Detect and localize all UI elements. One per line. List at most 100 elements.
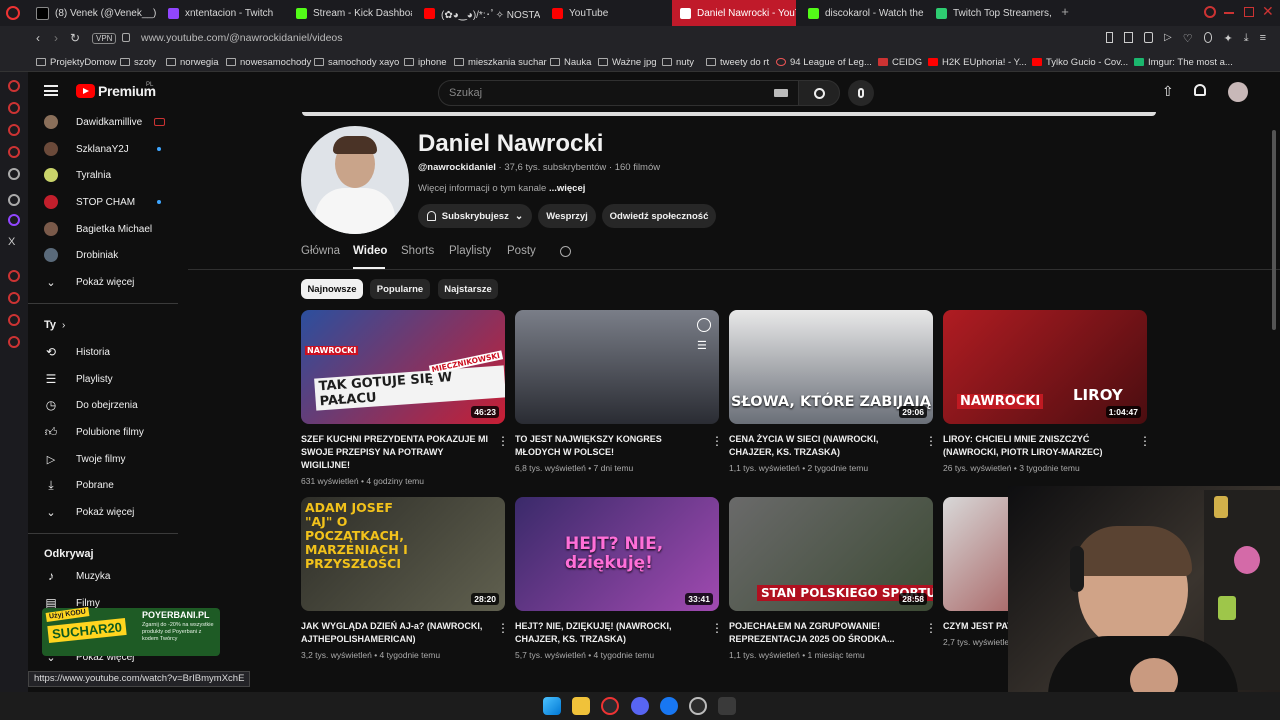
hamburger-menu-icon[interactable]: [44, 85, 58, 96]
support-button[interactable]: Wesprzyj: [538, 204, 596, 228]
add-to-queue-icon[interactable]: ☰: [697, 340, 711, 352]
sidebar-item-liked[interactable]: 👍︎ Polubione filmy: [28, 419, 178, 445]
notifications-bell-icon[interactable]: [1194, 84, 1206, 96]
more-options-icon[interactable]: ⋮: [925, 621, 937, 635]
sidebar-item-your-videos[interactable]: ▷ Twoje filmy: [28, 446, 178, 472]
watch-later-icon[interactable]: [697, 318, 711, 332]
download-icon[interactable]: ⤓: [1244, 32, 1249, 46]
sidebar-sub-item[interactable]: Dawidkamillive: [28, 109, 178, 135]
bookmark-item[interactable]: H2K EUphoria! - Y...: [928, 54, 1027, 70]
keyboard-icon[interactable]: [774, 89, 788, 97]
bookmark-item[interactable]: Ważne jpg: [598, 54, 657, 70]
bookmark-item[interactable]: 94 League of Leg...: [776, 54, 872, 70]
bookmark-item[interactable]: mieszkania suchar: [454, 54, 547, 70]
video-card[interactable]: STAN POLSKIEGO SPORTU 28:58 POJECHAŁEM N…: [729, 497, 937, 660]
video-title[interactable]: POJECHAŁEM NA ZGRUPOWANIE! REPREZENTACJA…: [729, 620, 917, 646]
menu-icon[interactable]: ≡: [1260, 32, 1266, 46]
minimize-button[interactable]: [1224, 12, 1234, 14]
terminal-icon[interactable]: [718, 697, 736, 715]
search-input[interactable]: Szukaj: [438, 80, 828, 106]
sidebar-sub-item[interactable]: Drobiniak: [28, 242, 178, 268]
tab-posts[interactable]: Posty: [507, 245, 536, 257]
channel-avatar[interactable]: [301, 126, 409, 234]
sidebar-sub-item[interactable]: STOP CHAM: [28, 189, 178, 215]
video-card[interactable]: HEJT? NIE, dziękuję! 33:41 HEJT? NIE, DZ…: [515, 497, 723, 660]
sidebar-show-more[interactable]: ⌄ Pokaż więcej: [28, 499, 178, 525]
bookmark-item[interactable]: szoty: [120, 54, 156, 70]
discord-icon[interactable]: [631, 697, 649, 715]
opera-icon[interactable]: [601, 697, 619, 715]
sidebar-item-watch-later[interactable]: ◷ Do obejrzenia: [28, 392, 178, 418]
vpn-badge[interactable]: VPN: [92, 33, 117, 44]
upload-icon[interactable]: ⇧: [1162, 83, 1174, 100]
tab-twitch[interactable]: xntentacion - Twitch: [160, 0, 284, 26]
close-window-button[interactable]: ✕: [1262, 3, 1274, 20]
sidebar-item-playlists[interactable]: ☰ Playlisty: [28, 366, 178, 392]
easy-setup-icon[interactable]: [1203, 32, 1213, 43]
chip-popular[interactable]: Popularne: [370, 279, 430, 299]
youtube-logo-icon[interactable]: [76, 84, 95, 98]
video-title[interactable]: JAK WYGLĄDA DZIEŃ AJ-a? (NAWROCKI, AJTHE…: [301, 620, 489, 646]
tab-twitch-tracker[interactable]: Twitch Top Streamers, De: [928, 0, 1052, 26]
settings-icon[interactable]: [8, 336, 20, 348]
video-title[interactable]: LIROY: CHCIELI MNIE ZNISZCZYĆ (NAWROCKI,…: [943, 433, 1131, 459]
video-title[interactable]: HEJT? NIE, DZIĘKUJĘ! (NAWROCKI, CHAJZER,…: [515, 620, 703, 646]
bookmark-item[interactable]: Imgur: The most a...: [1134, 54, 1233, 70]
whatsapp-icon[interactable]: [8, 146, 20, 158]
bookmark-item[interactable]: Nauka: [550, 54, 591, 70]
bookmark-item[interactable]: nowesamochody: [226, 54, 311, 70]
tab-youtube[interactable]: YouTube: [544, 0, 668, 26]
tab-home[interactable]: Główna: [301, 245, 340, 257]
more-link[interactable]: ...więcej: [549, 183, 585, 194]
video-card[interactable]: ☰ TO JEST NAJWIĘKSZY KONGRES MŁODYCH W P…: [515, 310, 723, 473]
twitch-icon[interactable]: [8, 214, 20, 226]
history-icon[interactable]: [8, 270, 20, 282]
bookmark-item[interactable]: samochody xayo: [314, 54, 399, 70]
more-options-icon[interactable]: ⋮: [711, 434, 723, 448]
chip-oldest[interactable]: Najstarsze: [438, 279, 498, 299]
video-card[interactable]: ADAM JOSEF "AJ" O POCZĄTKACH, MARZENIACH…: [301, 497, 509, 660]
steam-icon[interactable]: [689, 697, 707, 715]
tab-youtube-nostalgia[interactable]: (✿◕‿◕)/*:･ﾟ✧ NOSTALGI: [416, 0, 540, 26]
channel-search-icon[interactable]: [560, 246, 571, 257]
bookmark-item[interactable]: ProjektyDomow: [36, 54, 117, 70]
more-options-icon[interactable]: ⋮: [925, 434, 937, 448]
video-thumbnail[interactable]: STAN POLSKIEGO SPORTU 28:58: [729, 497, 933, 611]
tab-playlists[interactable]: Playlisty: [449, 245, 491, 257]
video-card[interactable]: CZYM JEST PAT... BĄKIEWICZ, WA... 2,7 ty…: [943, 497, 1009, 647]
video-thumbnail[interactable]: ADAM JOSEF "AJ" O POCZĄTKACH, MARZENIACH…: [301, 497, 505, 611]
clock-icon[interactable]: [8, 292, 20, 304]
bookmark-item[interactable]: nuty: [662, 54, 694, 70]
heart-icon[interactable]: ♡: [1183, 32, 1193, 46]
file-explorer-icon[interactable]: [572, 697, 590, 715]
tab-shorts[interactable]: Shorts: [401, 245, 434, 257]
bookmark-item[interactable]: iphone: [404, 54, 447, 70]
video-thumbnail[interactable]: SŁOWA, KTÓRE ZABIJAJĄ 29:06: [729, 310, 933, 424]
video-thumbnail[interactable]: ☰: [515, 310, 719, 424]
sidebar-sub-item[interactable]: Tyralnia: [28, 162, 178, 188]
sidebar-sub-item[interactable]: Bagietka Michael: [28, 216, 178, 242]
tab-kick[interactable]: Stream - Kick Dashboard: [288, 0, 412, 26]
opera-ai-icon[interactable]: [8, 80, 20, 92]
bookmark-item[interactable]: Tylko Gucio - Cov...: [1032, 54, 1128, 70]
video-thumbnail[interactable]: [943, 497, 1009, 611]
sidebar-item-music[interactable]: ♪ Muzyka: [28, 563, 178, 589]
forward-button[interactable]: ›: [54, 31, 58, 45]
tab-x[interactable]: (8) Venek (@Venek__) / X: [28, 0, 156, 26]
crop-icon[interactable]: [1144, 32, 1154, 43]
reload-button[interactable]: ↻: [70, 31, 80, 45]
subscribed-button[interactable]: Subskrybujesz ⌄: [418, 204, 532, 228]
video-thumbnail[interactable]: HEJT? NIE, dziękuję! 33:41: [515, 497, 719, 611]
sidebar-sub-item[interactable]: SzklanaY2J: [28, 136, 178, 162]
chatgpt-icon[interactable]: [8, 194, 20, 206]
voice-search-button[interactable]: [848, 80, 874, 106]
url-field[interactable]: www.youtube.com/@nawrockidaniel/videos: [141, 32, 343, 44]
video-card[interactable]: NAWROCKI LIROY 1:04:47 LIROY: CHCIELI MN…: [943, 310, 1151, 473]
video-title[interactable]: CZYM JEST PAT... BĄKIEWICZ, WA...: [943, 620, 1009, 633]
search-tabs-icon[interactable]: [1204, 6, 1216, 18]
community-button[interactable]: Odwiedź społeczność: [602, 204, 716, 228]
tab-active-channel[interactable]: Daniel Nawrocki - YouTu: [672, 0, 796, 26]
more-options-icon[interactable]: ⋮: [497, 621, 509, 635]
extensions-icon[interactable]: [8, 314, 20, 326]
puzzle-icon[interactable]: ✦: [1223, 32, 1232, 46]
